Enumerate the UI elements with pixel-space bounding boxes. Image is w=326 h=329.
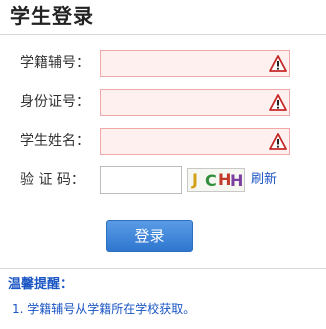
id-number-input[interactable] bbox=[101, 90, 275, 115]
page-title: 学生登录 bbox=[10, 4, 94, 28]
tips-item: 1. 学籍辅号从学籍所在学校获取。 bbox=[12, 302, 196, 316]
student-name-field[interactable] bbox=[100, 128, 290, 155]
student-number-field[interactable] bbox=[100, 50, 290, 77]
id-number-label: 身份证号： bbox=[20, 94, 90, 110]
captcha-char: J bbox=[192, 170, 198, 189]
captcha-field[interactable] bbox=[100, 166, 183, 194]
title-divider bbox=[0, 34, 326, 35]
tips-divider bbox=[0, 268, 326, 269]
captcha-label: 验 证 码： bbox=[20, 172, 85, 188]
warning-icon bbox=[269, 55, 287, 72]
student-number-input[interactable] bbox=[101, 51, 275, 76]
id-number-field[interactable] bbox=[100, 89, 290, 116]
login-button[interactable]: 登录 bbox=[106, 220, 193, 252]
warning-icon bbox=[269, 94, 287, 111]
student-number-label: 学籍辅号： bbox=[20, 55, 90, 71]
student-name-input[interactable] bbox=[101, 129, 275, 154]
refresh-captcha-link[interactable]: 刷新 bbox=[251, 171, 277, 189]
captcha-char: C bbox=[205, 171, 217, 190]
captcha-char: H bbox=[230, 171, 244, 190]
captcha-image[interactable]: J C H H bbox=[187, 168, 245, 192]
warning-icon bbox=[269, 133, 287, 150]
student-name-label: 学生姓名： bbox=[20, 133, 90, 149]
captcha-input[interactable] bbox=[101, 167, 183, 191]
tips-title: 温馨提醒： bbox=[8, 277, 74, 292]
